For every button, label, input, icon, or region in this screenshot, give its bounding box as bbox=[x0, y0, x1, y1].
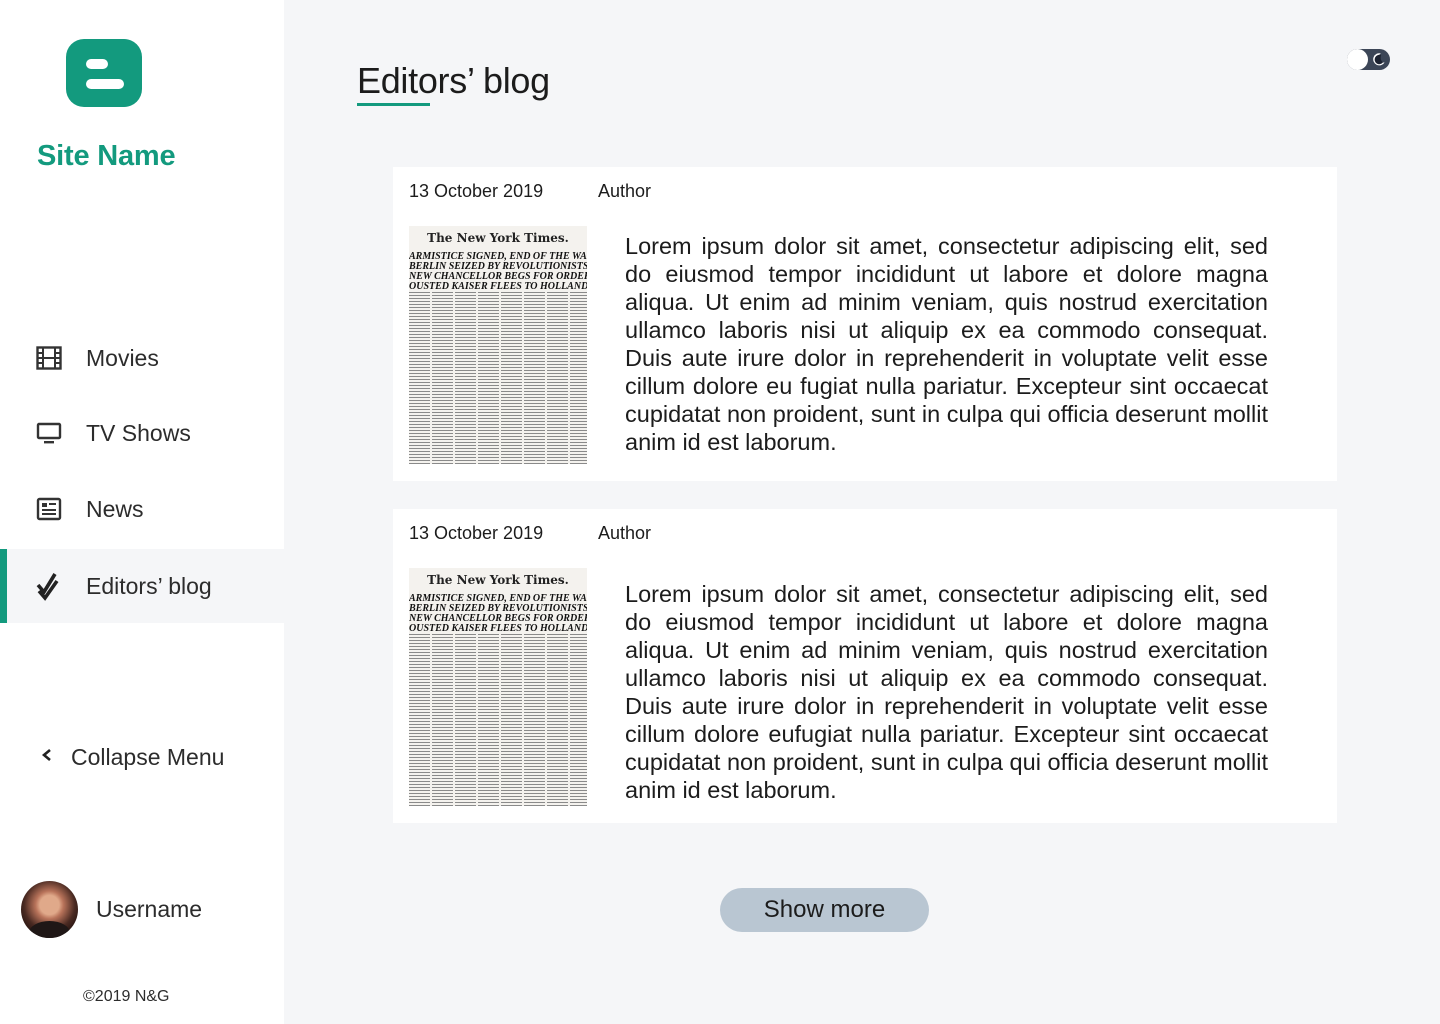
user-profile[interactable]: Username bbox=[21, 881, 202, 938]
post-author[interactable]: Author bbox=[598, 181, 651, 202]
newspaper-headline: BERLIN SEIZED BY REVOLUTIONISTS; bbox=[409, 604, 587, 614]
sidebar-item-editors-blog[interactable]: Editors’ blog bbox=[0, 549, 284, 623]
newspaper-masthead: The New York Times. bbox=[427, 573, 569, 587]
collapse-menu-label: Collapse Menu bbox=[71, 744, 225, 770]
monitor-icon bbox=[36, 420, 62, 446]
page-title: Editors’ blog bbox=[357, 60, 550, 101]
post-date: 13 October 2019 bbox=[409, 523, 544, 543]
newspaper-icon bbox=[36, 496, 62, 522]
newspaper-columns bbox=[409, 634, 587, 806]
post-body: Lorem ipsum dolor sit amet, consectetur … bbox=[625, 581, 1268, 803]
sidebar-item-movies[interactable]: Movies bbox=[0, 321, 284, 395]
newspaper-headline: OUSTED KAISER FLEES TO HOLLAND bbox=[409, 624, 587, 634]
blog-post-card[interactable]: 13 October 2019 Author The New York Time… bbox=[393, 509, 1337, 823]
newspaper-headline: NEW CHANCELLOR BEGS FOR ORDER; bbox=[409, 272, 587, 282]
post-thumbnail[interactable]: The New York Times. ARMISTICE SIGNED, EN… bbox=[409, 226, 587, 464]
post-date: 13 October 2019 bbox=[409, 181, 544, 201]
collapse-menu-button[interactable]: Collapse Menu bbox=[40, 744, 224, 771]
newspaper-columns bbox=[409, 292, 587, 464]
newspaper-headline: OUSTED KAISER FLEES TO HOLLAND bbox=[409, 282, 587, 292]
toggle-knob bbox=[1347, 49, 1368, 70]
newspaper-headline: BERLIN SEIZED BY REVOLUTIONISTS; bbox=[409, 262, 587, 272]
blog-post-card[interactable]: 13 October 2019 Author The New York Time… bbox=[393, 167, 1337, 481]
sidebar-item-label: Movies bbox=[86, 344, 159, 371]
blogger-logo-icon[interactable] bbox=[66, 39, 142, 107]
copyright: ©2019 N&G bbox=[83, 988, 170, 1005]
chevron-left-icon bbox=[40, 748, 62, 767]
sidebar-item-tv-shows[interactable]: TV Shows bbox=[0, 396, 284, 470]
newspaper-headline: ARMISTICE SIGNED, END OF THE WAR! bbox=[409, 252, 587, 262]
moon-icon bbox=[1373, 53, 1385, 66]
sidebar-item-label: Editors’ blog bbox=[86, 572, 212, 599]
sidebar-item-label: News bbox=[86, 495, 144, 522]
site-name[interactable]: Site Name bbox=[37, 140, 176, 173]
double-check-icon bbox=[36, 573, 62, 601]
post-thumbnail[interactable]: The New York Times. ARMISTICE SIGNED, EN… bbox=[409, 568, 587, 806]
title-underline bbox=[357, 103, 430, 106]
show-more-button[interactable]: Show more bbox=[720, 888, 929, 932]
film-icon bbox=[36, 345, 62, 371]
newspaper-masthead: The New York Times. bbox=[427, 231, 569, 245]
post-body: Lorem ipsum dolor sit amet, consectetur … bbox=[625, 233, 1268, 455]
username: Username bbox=[96, 896, 203, 922]
avatar[interactable] bbox=[21, 881, 78, 938]
newspaper-headline: ARMISTICE SIGNED, END OF THE WAR! bbox=[409, 594, 587, 604]
sidebar-item-label: TV Shows bbox=[86, 419, 191, 446]
post-author[interactable]: Author bbox=[598, 523, 651, 544]
sidebar-item-news[interactable]: News bbox=[0, 472, 284, 546]
sidebar: Site Name Movies TV Shows News Editors’ … bbox=[0, 0, 284, 1024]
newspaper-headline: NEW CHANCELLOR BEGS FOR ORDER; bbox=[409, 614, 587, 624]
theme-toggle[interactable] bbox=[1347, 49, 1390, 70]
